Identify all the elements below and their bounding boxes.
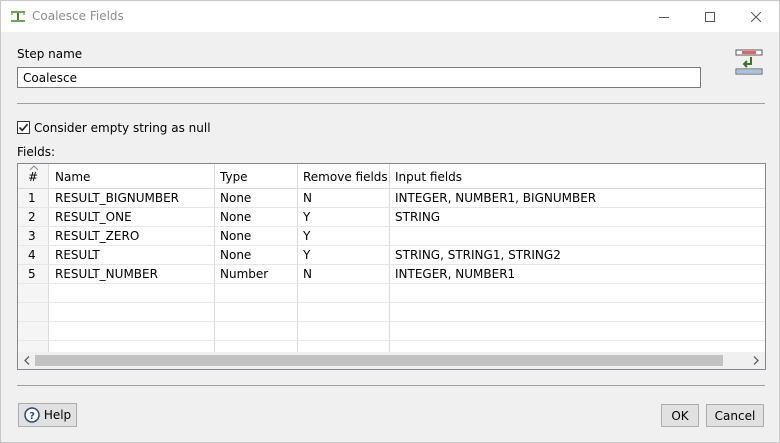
maximize-icon [705,11,715,22]
input-fields-value[interactable]: STRING [389,208,765,227]
table-row[interactable]: 1 RESULT_BIGNUMBER None N INTEGER, NUMBE… [18,189,765,208]
title-bar: Coalesce Fields [1,1,779,32]
scroll-thumb[interactable] [35,355,723,366]
row-number: 4 [28,248,36,262]
fields-table[interactable]: # Name Type Remove fields Input fields 1… [17,163,766,370]
minimize-icon [659,16,669,18]
field-name[interactable]: RESULT_BIGNUMBER [49,189,214,208]
field-type[interactable]: None [214,246,297,265]
fields-label: Fields: [17,145,55,159]
remove-fields-value[interactable]: Y [297,246,389,265]
field-name[interactable]: RESULT_ONE [49,208,214,227]
row-number: 1 [28,191,36,205]
column-header-type[interactable]: Type [214,164,297,189]
window-title: Coalesce Fields [32,9,124,23]
help-icon: ? [24,407,40,423]
ok-button-label: OK [671,408,689,423]
field-type[interactable]: None [214,227,297,246]
step-name-label: Step name [17,47,83,61]
field-name[interactable]: RESULT [49,246,214,265]
cancel-button[interactable]: Cancel [706,404,764,427]
row-number: 5 [28,267,36,281]
input-fields-value[interactable]: STRING, STRING1, STRING2 [389,246,765,265]
coalesce-step-icon [11,11,25,22]
remove-fields-value[interactable]: Y [297,227,389,246]
field-type[interactable]: None [214,208,297,227]
remove-fields-value[interactable]: N [297,189,389,208]
cancel-button-label: Cancel [714,408,756,423]
coalesce-step-large-icon [735,49,763,75]
coalesce-fields-dialog: Coalesce Fields Step name Consider empty… [0,0,780,443]
remove-fields-value[interactable]: Y [297,208,389,227]
help-button[interactable]: ? Help [18,403,77,427]
table-row[interactable]: 4 RESULT None Y STRING, STRING1, STRING2 [18,246,765,265]
help-button-label: Help [43,408,72,422]
column-header-number[interactable]: # [22,164,48,189]
step-name-input[interactable] [17,67,701,88]
maximize-button[interactable] [687,1,733,32]
field-name[interactable]: RESULT_NUMBER [49,265,214,284]
input-fields-value[interactable]: INTEGER, NUMBER1 [389,265,765,284]
minimize-button[interactable] [641,1,687,32]
table-header: # Name Type Remove fields Input fields [18,164,765,189]
checkmark-icon [18,123,29,132]
empty-as-null-checkbox[interactable] [17,121,30,134]
table-row[interactable]: 2 RESULT_ONE None Y STRING [18,208,765,227]
separator-bottom [17,385,765,386]
table-row[interactable]: 5 RESULT_NUMBER Number N INTEGER, NUMBER… [18,265,765,284]
field-type[interactable]: Number [214,265,297,284]
field-type[interactable]: None [214,189,297,208]
horizontal-scrollbar[interactable] [18,352,765,369]
column-header-input-fields[interactable]: Input fields [389,164,765,189]
scroll-right-button[interactable] [749,354,763,367]
empty-row[interactable] [18,284,765,303]
close-button[interactable] [733,1,779,32]
input-fields-value[interactable]: INTEGER, NUMBER1, BIGNUMBER [389,189,765,208]
chevron-left-icon [24,356,30,365]
svg-text:?: ? [29,411,35,422]
table-row[interactable]: 3 RESULT_ZERO None Y [18,227,765,246]
empty-row[interactable] [18,303,765,322]
empty-row[interactable] [18,322,765,341]
chevron-right-icon [753,356,759,365]
input-fields-value[interactable] [389,227,765,246]
remove-fields-value[interactable]: N [297,265,389,284]
field-name[interactable]: RESULT_ZERO [49,227,214,246]
separator-top [17,103,765,104]
ok-button[interactable]: OK [661,404,699,427]
row-number: 2 [28,210,36,224]
row-number: 3 [28,229,36,243]
empty-as-null-label[interactable]: Consider empty string as null [34,121,211,135]
close-icon [751,11,761,22]
column-header-remove-fields[interactable]: Remove fields [297,164,389,189]
column-header-name[interactable]: Name [49,164,214,189]
scroll-left-button[interactable] [20,354,34,367]
